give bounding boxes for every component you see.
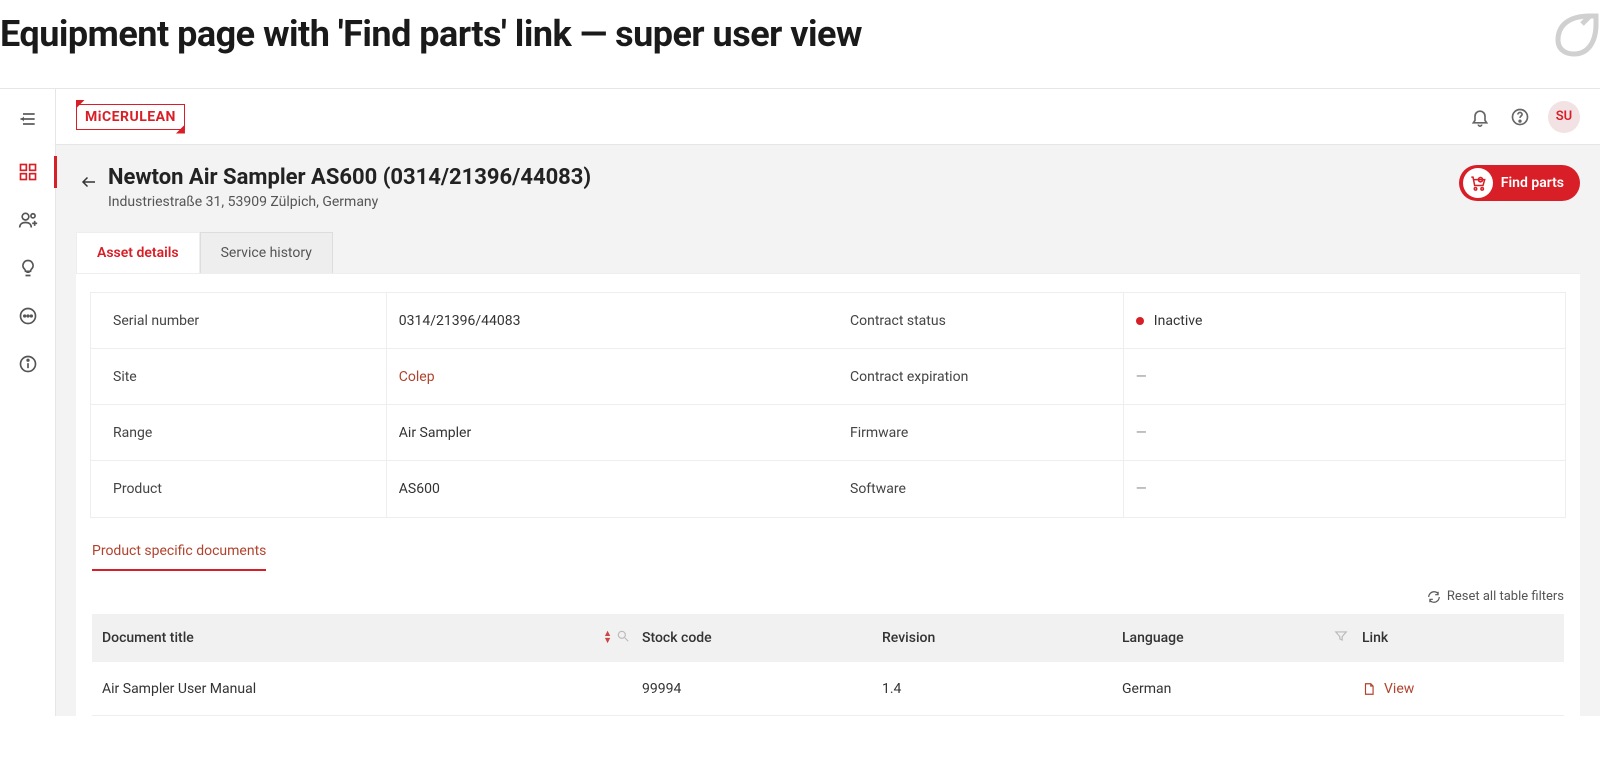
tab-asset-details[interactable]: Asset details — [76, 232, 200, 273]
detail-label: Serial number — [91, 313, 386, 329]
detail-label: Site — [91, 369, 386, 385]
tab-service-history[interactable]: Service history — [200, 232, 333, 273]
topbar: MiCERULEAN SU — [56, 89, 1600, 145]
doc-view-label: View — [1384, 681, 1414, 697]
reset-filters-label: Reset all table filters — [1447, 589, 1564, 604]
doc-table-header: Document title ▲▼ Stock code Revision La… — [92, 614, 1564, 662]
sidebar-item-dashboard[interactable] — [8, 157, 48, 187]
status-text: Inactive — [1154, 313, 1203, 329]
col-header-stock[interactable]: Stock code — [642, 630, 712, 646]
detail-label: Contract expiration — [828, 369, 1123, 385]
cart-gear-icon — [1463, 168, 1493, 198]
filter-icon[interactable] — [1334, 629, 1348, 647]
doc-view-link[interactable]: View — [1362, 681, 1414, 697]
find-parts-button[interactable]: Find parts — [1459, 165, 1580, 201]
asset-details-grid: Serial number0314/21396/44083 Contract s… — [90, 292, 1566, 518]
page-heading: Equipment page with 'Find parts' link — … — [0, 13, 862, 55]
sidebar-item-info[interactable] — [8, 349, 48, 379]
sort-icon[interactable]: ▲▼ — [603, 631, 612, 645]
detail-value: Inactive — [1123, 293, 1565, 348]
col-header-language[interactable]: Language — [1122, 630, 1184, 646]
detail-value: AS600 — [386, 461, 828, 517]
sidebar-item-users[interactable] — [8, 205, 48, 235]
back-arrow-icon[interactable] — [76, 169, 102, 195]
sidebar-item-insights[interactable] — [8, 253, 48, 283]
brand-name: CERULEAN — [102, 109, 176, 125]
find-parts-label: Find parts — [1501, 175, 1564, 191]
search-icon[interactable] — [616, 629, 630, 647]
detail-label: Range — [91, 425, 386, 441]
doc-section-tab[interactable]: Product specific documents — [92, 543, 266, 571]
user-avatar[interactable]: SU — [1548, 101, 1580, 133]
detail-value: — — [1123, 405, 1565, 460]
help-icon[interactable] — [1508, 105, 1532, 129]
col-header-link: Link — [1362, 630, 1388, 646]
pdf-icon — [1362, 682, 1376, 696]
detail-label: Contract status — [828, 313, 1123, 329]
site-link[interactable]: Colep — [386, 349, 828, 404]
equipment-address: Industriestraße 31, 53909 Zülpich, Germa… — [108, 194, 1459, 210]
doc-revision: 1.4 — [882, 681, 901, 697]
detail-value: Air Sampler — [386, 405, 828, 460]
col-header-revision[interactable]: Revision — [882, 630, 935, 646]
detail-value: 0314/21396/44083 — [386, 293, 828, 348]
reset-filters-link[interactable]: Reset all table filters — [1427, 589, 1564, 604]
sidebar-item-chat[interactable] — [8, 301, 48, 331]
sidebar-rail — [0, 89, 56, 716]
doc-table-row: Air Sampler User Manual 99994 1.4 German… — [92, 662, 1564, 716]
doc-language: German — [1122, 681, 1171, 697]
bell-icon[interactable] — [1468, 105, 1492, 129]
status-dot-icon — [1136, 317, 1144, 325]
detail-value: — — [1123, 461, 1565, 517]
collapse-menu-icon[interactable] — [8, 99, 48, 139]
col-header-title[interactable]: Document title — [102, 630, 194, 646]
brand-prefix: Mi — [85, 109, 102, 125]
brand-logo[interactable]: MiCERULEAN — [76, 104, 185, 130]
detail-label: Software — [828, 481, 1123, 497]
refresh-icon — [1427, 590, 1441, 604]
leaf-logo-icon — [1552, 10, 1600, 58]
doc-stock: 99994 — [642, 681, 681, 697]
detail-value: — — [1123, 349, 1565, 404]
equipment-title: Newton Air Sampler AS600 (0314/21396/440… — [108, 165, 1459, 190]
detail-label: Firmware — [828, 425, 1123, 441]
detail-label: Product — [91, 481, 386, 497]
doc-title: Air Sampler User Manual — [102, 681, 256, 697]
